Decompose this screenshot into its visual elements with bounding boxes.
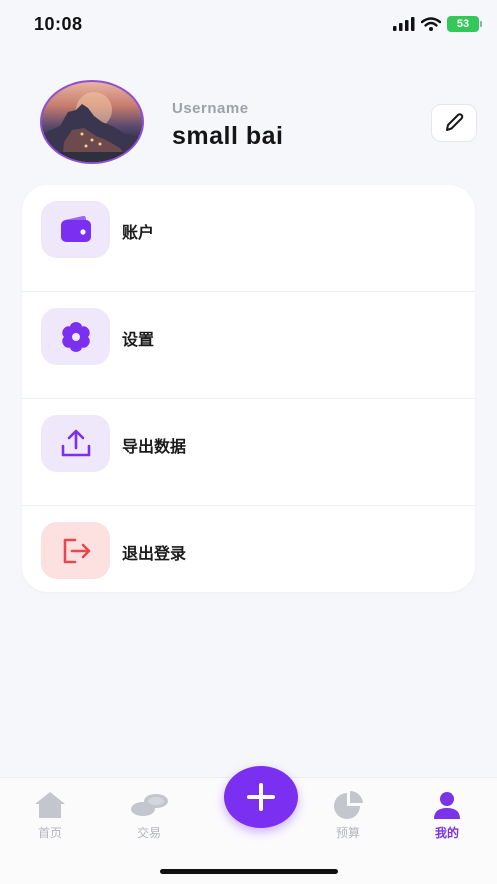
menu-icon-container [41, 201, 110, 258]
pencil-icon [446, 113, 464, 131]
tab-label-budget: 预算 [335, 826, 360, 840]
wifi-icon [421, 17, 441, 31]
upload-icon [61, 429, 90, 456]
menu-item-export-data[interactable]: 导出数据 [22, 399, 475, 506]
tab-transactions[interactable]: 交易 [109, 790, 189, 841]
menu-card: 账户 设置 导出数据 退出登录 [22, 185, 475, 592]
status-icons: 53 [393, 16, 482, 32]
tab-home[interactable]: 首页 [10, 790, 90, 841]
add-transaction-button[interactable] [224, 766, 298, 828]
logout-icon [63, 538, 90, 563]
plus-icon [247, 783, 275, 811]
home-indicator [160, 869, 338, 874]
menu-label-export-data: 导出数据 [122, 437, 187, 456]
home-icon [35, 792, 65, 818]
status-bar: 10:08 53 [0, 0, 497, 50]
menu-item-logout[interactable]: 退出登录 [22, 506, 475, 612]
profile-header: Username small bai [0, 78, 497, 170]
edit-profile-button[interactable] [431, 104, 477, 142]
menu-label-logout: 退出登录 [122, 544, 187, 563]
signal-icon [393, 17, 415, 31]
tab-label-transactions: 交易 [136, 826, 161, 840]
menu-icon-container [41, 522, 110, 579]
coins-icon [131, 794, 168, 816]
tab-label-profile: 我的 [434, 826, 459, 840]
tab-budget[interactable]: 预算 [308, 790, 388, 841]
avatar-photo [42, 92, 142, 162]
status-time: 10:08 [34, 14, 83, 34]
gear-icon [61, 321, 90, 352]
menu-icon-container [41, 308, 110, 365]
battery-indicator: 53 [447, 16, 482, 32]
tab-label-home: 首页 [37, 826, 62, 840]
menu-item-account[interactable]: 账户 [22, 185, 475, 292]
user-icon [434, 792, 460, 819]
menu-icon-container [41, 415, 110, 472]
wallet-icon [60, 215, 91, 242]
tab-profile[interactable]: 我的 [407, 790, 487, 841]
battery-level: 53 [456, 18, 470, 30]
menu-item-settings[interactable]: 设置 [22, 292, 475, 399]
username: small bai [172, 122, 284, 150]
avatar[interactable] [40, 80, 144, 164]
username-label: Username [172, 100, 249, 117]
menu-label-account: 账户 [122, 223, 155, 242]
menu-label-settings: 设置 [122, 330, 155, 349]
pie-chart-icon [334, 790, 363, 819]
